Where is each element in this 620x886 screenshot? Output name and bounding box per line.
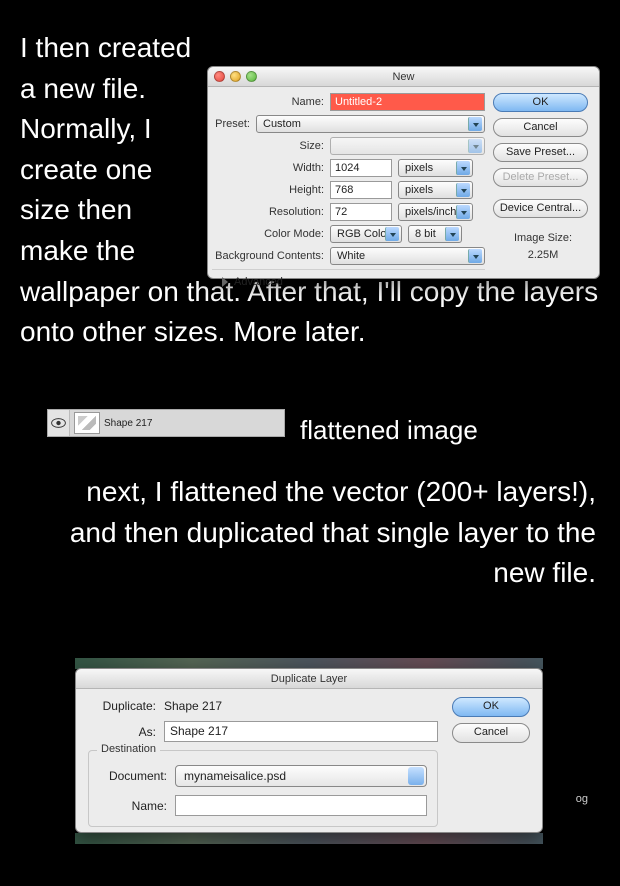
triangle-right-icon <box>222 277 228 287</box>
visibility-toggle[interactable] <box>48 410 70 436</box>
as-label: As: <box>88 725 156 739</box>
name-label: Name: <box>212 96 324 108</box>
ok-button[interactable]: OK <box>452 697 530 717</box>
resolution-field[interactable]: 72 <box>330 203 392 221</box>
bg-contents-label: Background Contents: <box>212 250 324 262</box>
close-icon[interactable] <box>214 71 225 82</box>
height-field[interactable]: 768 <box>330 181 392 199</box>
width-label: Width: <box>212 162 324 174</box>
layer-name[interactable]: Shape 217 <box>104 418 152 429</box>
document-label: Document: <box>99 769 167 783</box>
flattened-caption: flattened image <box>300 412 478 450</box>
image-size-readout: Image Size: 2.25M <box>493 230 593 263</box>
background-strip <box>75 833 543 844</box>
size-label: Size: <box>212 140 324 152</box>
height-label: Height: <box>212 184 324 196</box>
document-select[interactable]: mynameisalice.psd <box>175 765 427 787</box>
resolution-label: Resolution: <box>212 206 324 218</box>
layer-thumbnail[interactable] <box>74 412 100 434</box>
color-mode-select[interactable]: RGB Color <box>330 225 402 243</box>
size-select[interactable] <box>330 137 485 155</box>
preset-label: Preset: <box>212 118 250 130</box>
destination-fieldset: Destination Document: mynameisalice.psd … <box>88 750 438 827</box>
name-field[interactable]: Untitled-2 <box>330 93 485 111</box>
minimize-icon[interactable] <box>230 71 241 82</box>
color-mode-label: Color Mode: <box>212 228 324 240</box>
device-central-button[interactable]: Device Central... <box>493 199 588 218</box>
bg-contents-select[interactable]: White <box>330 247 485 265</box>
tutorial-text-1a: I then created a new file.Normally, Icre… <box>20 28 205 272</box>
dest-name-label: Name: <box>99 799 167 813</box>
divider <box>212 269 485 270</box>
advanced-disclosure[interactable]: Advanced <box>222 276 485 288</box>
as-field[interactable]: Shape 217 <box>164 721 438 742</box>
background-text-fragment: og <box>576 793 588 805</box>
dest-name-field[interactable] <box>175 795 427 816</box>
dialog-title: New <box>392 71 414 83</box>
advanced-label: Advanced <box>234 276 283 288</box>
tutorial-text-2: next, I flattened the vector (200+ layer… <box>48 472 596 594</box>
layer-panel-row[interactable]: Shape 217 <box>47 409 285 437</box>
zoom-icon[interactable] <box>246 71 257 82</box>
destination-legend: Destination <box>97 743 160 755</box>
delete-preset-button: Delete Preset... <box>493 168 588 187</box>
new-document-dialog: New Name: Untitled-2 Preset: Custom Size… <box>207 66 600 279</box>
window-traffic-lights[interactable] <box>214 71 257 82</box>
dialog-titlebar[interactable]: Duplicate Layer <box>76 669 542 689</box>
duplicate-source: Shape 217 <box>164 699 438 713</box>
dialog-title: Duplicate Layer <box>271 673 347 685</box>
resolution-unit-select[interactable]: pixels/inch <box>398 203 473 221</box>
dialog-titlebar[interactable]: New <box>208 67 599 87</box>
eye-icon <box>51 418 66 428</box>
bit-depth-select[interactable]: 8 bit <box>408 225 462 243</box>
duplicate-label: Duplicate: <box>88 699 156 713</box>
width-unit-select[interactable]: pixels <box>398 159 473 177</box>
height-unit-select[interactable]: pixels <box>398 181 473 199</box>
cancel-button[interactable]: Cancel <box>452 723 530 743</box>
cancel-button[interactable]: Cancel <box>493 118 588 137</box>
width-field[interactable]: 1024 <box>330 159 392 177</box>
preset-select[interactable]: Custom <box>256 115 485 133</box>
duplicate-layer-dialog: Duplicate Layer Duplicate: Shape 217 As:… <box>75 668 543 833</box>
save-preset-button[interactable]: Save Preset... <box>493 143 588 162</box>
ok-button[interactable]: OK <box>493 93 588 112</box>
